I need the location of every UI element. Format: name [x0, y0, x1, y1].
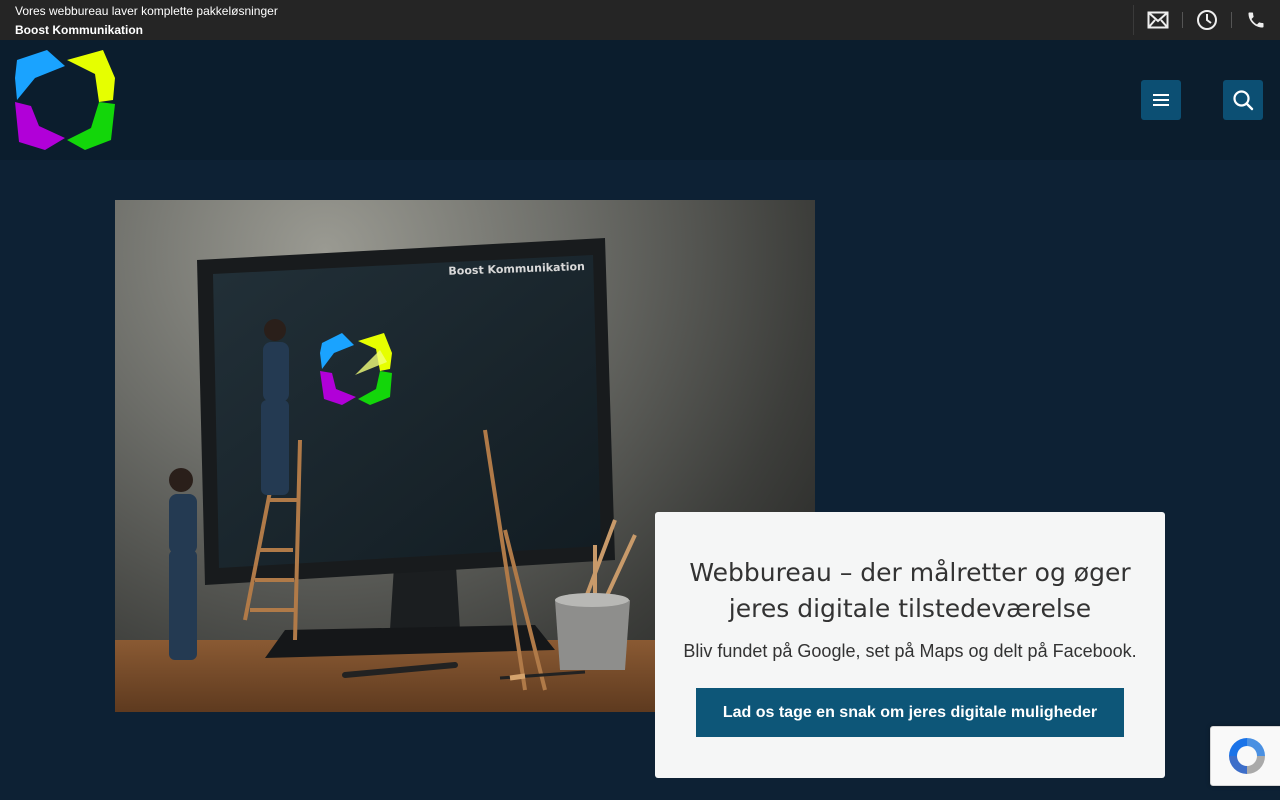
- hero-subtitle: Bliv fundet på Google, set på Maps og de…: [683, 641, 1137, 661]
- search-icon: [1233, 90, 1254, 111]
- logo-mark: [15, 50, 115, 150]
- search-button[interactable]: [1223, 80, 1263, 120]
- mail-button[interactable]: [1134, 0, 1182, 40]
- phone-button[interactable]: [1232, 0, 1280, 40]
- hero-title: Webbureau – der målretter og øger jeres …: [689, 558, 1131, 623]
- phone-icon: [1248, 12, 1264, 28]
- site-header: [0, 40, 1280, 160]
- tagline: Vores webbureau laver komplette pakkeløs…: [15, 4, 278, 18]
- recaptcha-icon: [1229, 738, 1265, 774]
- contact-cta-button[interactable]: Lad os tage en snak om jeres digitale mu…: [696, 688, 1124, 737]
- logo[interactable]: [15, 50, 115, 150]
- menu-icon: [1153, 94, 1169, 106]
- menu-button[interactable]: [1141, 80, 1181, 120]
- mail-icon: [1147, 11, 1169, 29]
- top-bar: Vores webbureau laver komplette pakkeløs…: [0, 0, 1280, 40]
- hours-button[interactable]: [1183, 0, 1231, 40]
- hero-card: Webbureau – der målretter og øger jeres …: [655, 512, 1165, 778]
- recaptcha-badge[interactable]: [1210, 726, 1280, 786]
- brand-name[interactable]: Boost Kommunikation: [15, 23, 143, 37]
- clock-icon: [1197, 10, 1217, 30]
- contact-icons: [1133, 0, 1280, 40]
